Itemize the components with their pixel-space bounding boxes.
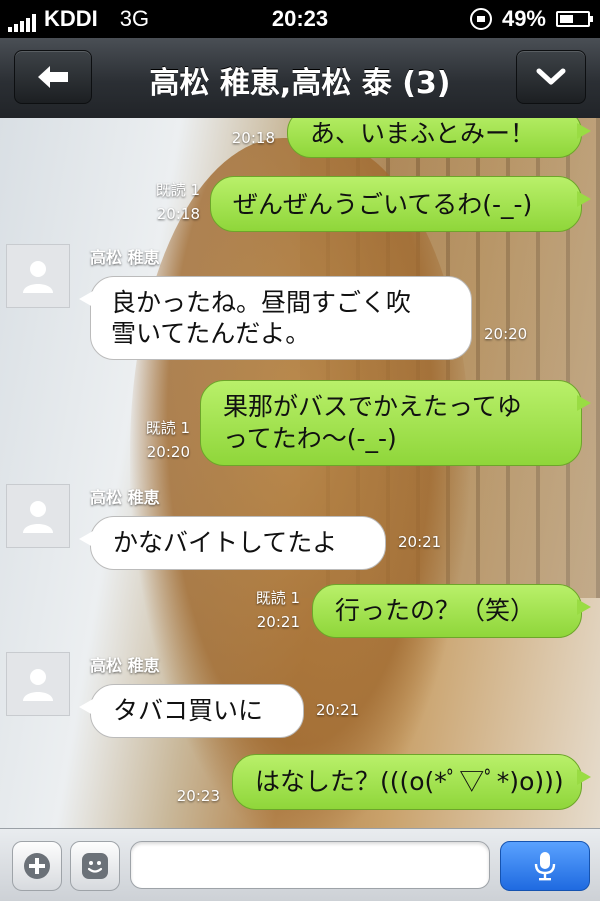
read-receipt: 既読 1 — [255, 589, 300, 607]
read-receipt: 既読 1 — [145, 419, 190, 437]
status-bar: KDDI 3G 20:23 49% — [0, 0, 600, 38]
read-receipt: 既読 1 — [155, 181, 200, 199]
plus-icon — [24, 853, 50, 879]
message-bubble-sent[interactable]: あ、いまふとみー！ — [287, 118, 591, 158]
add-attachment-button[interactable] — [12, 841, 62, 891]
battery-icon — [556, 11, 593, 27]
message-bubble-received[interactable]: 良かったね。昼間すごく吹 雪いてたんだよ。 — [79, 276, 472, 360]
navigation-bar: 高松 稚恵,高松 泰 (3) — [0, 38, 600, 119]
message-input[interactable] — [130, 841, 490, 889]
sender-name: 高松 稚恵 — [90, 248, 160, 267]
sticker-button[interactable] — [70, 841, 120, 891]
message-time: 20:20 — [484, 325, 528, 343]
message-bubble-received[interactable]: タバコ買いに — [79, 684, 304, 738]
user-silhouette-icon — [23, 669, 53, 701]
status-right: 49% — [469, 6, 593, 32]
sender-name: 高松 稚恵 — [90, 488, 160, 507]
back-arrow-icon — [38, 66, 68, 88]
chevron-down-icon — [536, 68, 566, 85]
battery-fill — [560, 15, 573, 23]
menu-toggle-button[interactable] — [516, 50, 586, 104]
message-text: あ、いまふとみー！ — [310, 119, 536, 148]
message-text: 行ったの？（笑） — [335, 596, 536, 625]
chat-area[interactable]: 20:18 あ、いまふとみー！ 既読 1 20:18 ぜんぜんうごいてるわ(-_… — [0, 118, 600, 828]
message-bubble-sent[interactable]: ぜんぜんうごいてるわ(-_-) — [210, 176, 591, 232]
message-text-line: 良かったね。昼間すごく吹 — [111, 288, 412, 317]
voice-input-button[interactable] — [500, 841, 590, 891]
message-text: かなバイトしてたよ — [113, 528, 338, 557]
chat-title: 高松 稚恵,高松 泰 (3) — [149, 66, 451, 101]
message-bubble-sent[interactable]: 果那がバスでかえたってゆ ってたわ〜(-_-) — [200, 380, 591, 466]
message-text: はなした？(((o(*ﾟ▽ﾟ*)o))) — [255, 767, 564, 796]
avatar[interactable] — [6, 484, 70, 548]
message-time: 20:18 — [156, 205, 200, 223]
message-time: 20:20 — [146, 443, 190, 461]
message-bubble-sent[interactable]: 行ったの？（笑） — [312, 584, 591, 638]
back-button[interactable] — [14, 50, 92, 104]
user-silhouette-icon — [23, 261, 53, 293]
message-text: ぜんぜんうごいてるわ(-_-) — [233, 190, 533, 219]
rotation-lock-icon — [469, 8, 492, 30]
message-text-line: ってたわ〜(-_-) — [223, 424, 397, 453]
message-bubble-received[interactable]: かなバイトしてたよ — [79, 516, 386, 570]
emoji-icon — [82, 853, 108, 879]
message-input-bar — [0, 828, 600, 901]
sender-name: 高松 稚恵 — [90, 656, 160, 675]
message-time: 20:21 — [316, 701, 360, 719]
battery-percent: 49% — [501, 6, 546, 31]
message-text: タバコ買いに — [113, 696, 264, 725]
avatar[interactable] — [6, 244, 70, 308]
message-time: 20:23 — [176, 787, 220, 805]
message-time: 20:18 — [231, 129, 275, 147]
microphone-icon — [534, 852, 556, 881]
message-text-line: 果那がバスでかえたってゆ — [223, 392, 522, 421]
message-text-line: 雪いてたんだよ。 — [111, 319, 311, 348]
user-silhouette-icon — [23, 501, 53, 533]
message-bubble-sent[interactable]: はなした？(((o(*ﾟ▽ﾟ*)o))) — [232, 754, 591, 810]
avatar[interactable] — [6, 652, 70, 716]
message-time: 20:21 — [398, 533, 442, 551]
message-time: 20:21 — [256, 613, 300, 631]
